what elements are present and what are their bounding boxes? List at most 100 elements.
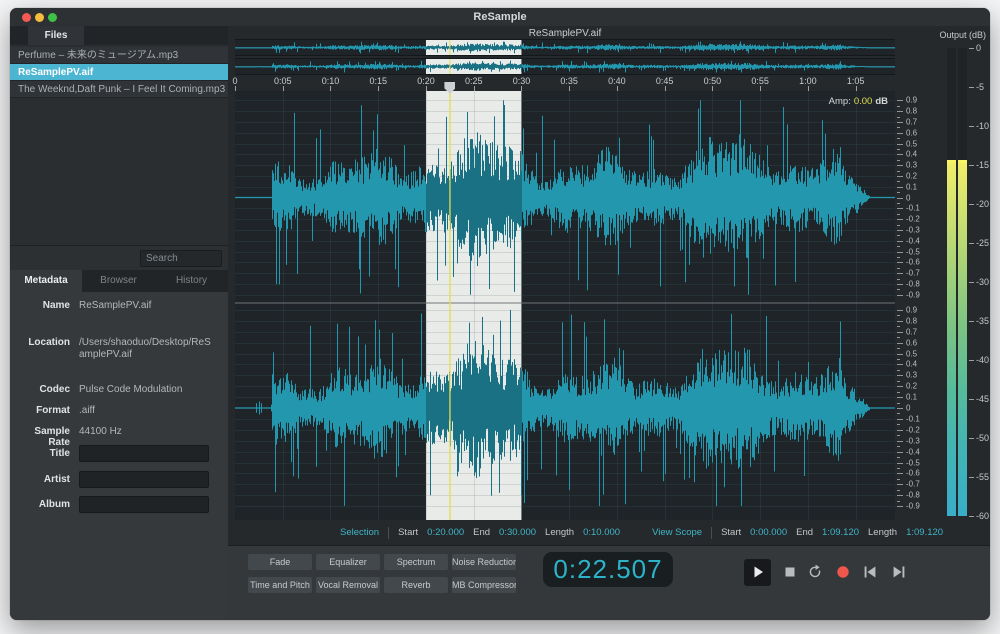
amp-tick-label: 0.2 [906, 171, 917, 180]
amp-tick [897, 133, 903, 134]
amp-tick-label: -0.8 [906, 491, 920, 500]
time-ruler[interactable]: 00:050:100:150:200:250:300:350:400:450:5… [235, 75, 895, 92]
metadata-row: Artist [10, 471, 228, 488]
amp-tick-label: -0.9 [906, 290, 920, 299]
window-title: ReSample [10, 11, 990, 23]
meter-bar-right [958, 163, 967, 516]
amp-tick [897, 381, 900, 382]
amp-tick [897, 127, 900, 128]
file-item[interactable]: Perfume – 未来のミュージアム.mp3 [10, 47, 228, 64]
view-end-value[interactable]: 1:09.120 [822, 527, 859, 538]
amp-tick [897, 463, 903, 464]
amp-tick-label: -0.6 [906, 469, 920, 478]
amp-tick [897, 348, 900, 349]
tab-browser[interactable]: Browser [82, 270, 155, 292]
amp-tick [897, 203, 900, 204]
amp-tick [897, 262, 903, 263]
selection-info-bar: Selection Start 0:20.000 End 0:30.000 Le… [235, 520, 983, 545]
metadata-row: Title [10, 445, 228, 462]
overview-waveform-right[interactable] [235, 58, 895, 75]
amp-tick-label: 0.9 [906, 96, 917, 105]
waveform-canvas[interactable] [235, 91, 895, 520]
amp-tick [897, 397, 903, 398]
amp-tick [897, 403, 900, 404]
amp-tick [897, 138, 900, 139]
ruler-label: 0:10 [322, 76, 340, 86]
amp-tick [897, 144, 903, 145]
amp-tick [897, 484, 903, 485]
amp-tick [897, 279, 900, 280]
ruler-label: 0:05 [274, 76, 292, 86]
tab-history[interactable]: History [155, 270, 228, 292]
view-length-value[interactable]: 1:09.120 [906, 527, 943, 538]
record-button[interactable] [835, 564, 851, 580]
skip-to-start-button[interactable] [862, 564, 878, 580]
app-window: ReSample Files Perfume – 未来のミュージアム.mp3Re… [10, 8, 990, 620]
metadata-row: Format.aiff [10, 405, 228, 417]
skip-to-end-button[interactable] [891, 564, 907, 580]
amp-tick [897, 441, 903, 442]
amp-tick-label: 0.7 [906, 327, 917, 336]
amp-tick-label: 0.3 [906, 371, 917, 380]
amp-tick [897, 100, 903, 101]
amp-tick [897, 273, 903, 274]
divider [711, 527, 712, 539]
field-label: Title [10, 445, 70, 462]
amp-tick [897, 241, 903, 242]
tab-metadata[interactable]: Metadata [10, 270, 82, 292]
meter-tick [969, 516, 974, 517]
field-label: Album [10, 496, 70, 513]
album-field[interactable] [79, 496, 209, 513]
amp-tick [897, 235, 900, 236]
amp-tick-label: -0.2 [906, 425, 920, 434]
meter-tick-label: 0 [976, 43, 981, 53]
ruler-label: 1:00 [799, 76, 817, 86]
amp-tick [897, 326, 900, 327]
meter-tick-label: -40 [976, 355, 989, 365]
meter-bar-left [947, 163, 956, 516]
view-start-value[interactable]: 0:00.000 [750, 527, 787, 538]
amp-tick [897, 225, 900, 226]
ruler-label: 0:15 [369, 76, 387, 86]
amp-tick [897, 332, 903, 333]
ruler-label: 0:40 [608, 76, 626, 86]
meter-tick [969, 48, 974, 49]
amp-tick [897, 419, 903, 420]
selection-length-value[interactable]: 0:10.000 [583, 527, 620, 538]
amp-tick [897, 154, 903, 155]
file-item[interactable]: The Weeknd,Daft Punk – I Feel It Coming.… [10, 81, 228, 98]
ruler-label: 0:55 [751, 76, 769, 86]
amp-tick [897, 370, 900, 371]
loop-icon[interactable] [807, 564, 823, 580]
title-field[interactable] [79, 445, 209, 462]
amp-tick [897, 468, 900, 469]
amp-tick [897, 257, 900, 258]
meter-tick-label: -15 [976, 160, 989, 170]
meter-tick-label: -20 [976, 199, 989, 209]
field-value: Pulse Code Modulation [79, 384, 211, 396]
amp-tick-label: 0 [906, 404, 910, 413]
amp-tick [897, 343, 903, 344]
file-item[interactable]: ReSamplePV.aif [10, 64, 228, 81]
amp-tick-label: -0.3 [906, 436, 920, 445]
amp-tick-label: 0.1 [906, 182, 917, 191]
meter-tick [969, 165, 974, 166]
overview-waveform-left[interactable] [235, 39, 895, 56]
stop-button[interactable] [782, 564, 798, 580]
amp-tick [897, 192, 900, 193]
amp-tick [897, 364, 903, 365]
play-button[interactable] [750, 564, 766, 580]
amp-tick-label: 0.8 [906, 107, 917, 116]
search-input[interactable] [140, 250, 222, 267]
ruler-label: 1:05 [847, 76, 865, 86]
selection-start-value[interactable]: 0:20.000 [427, 527, 464, 538]
tab-files[interactable]: Files [28, 26, 84, 45]
amp-tick [897, 219, 903, 220]
artist-field[interactable] [79, 471, 209, 488]
meter-tick-label: -5 [976, 82, 984, 92]
meter-tick [969, 477, 974, 478]
meter-tick-label: -35 [976, 316, 989, 326]
selection-end-value[interactable]: 0:30.000 [499, 527, 536, 538]
amp-tick [897, 284, 903, 285]
meter-tick [969, 126, 974, 127]
